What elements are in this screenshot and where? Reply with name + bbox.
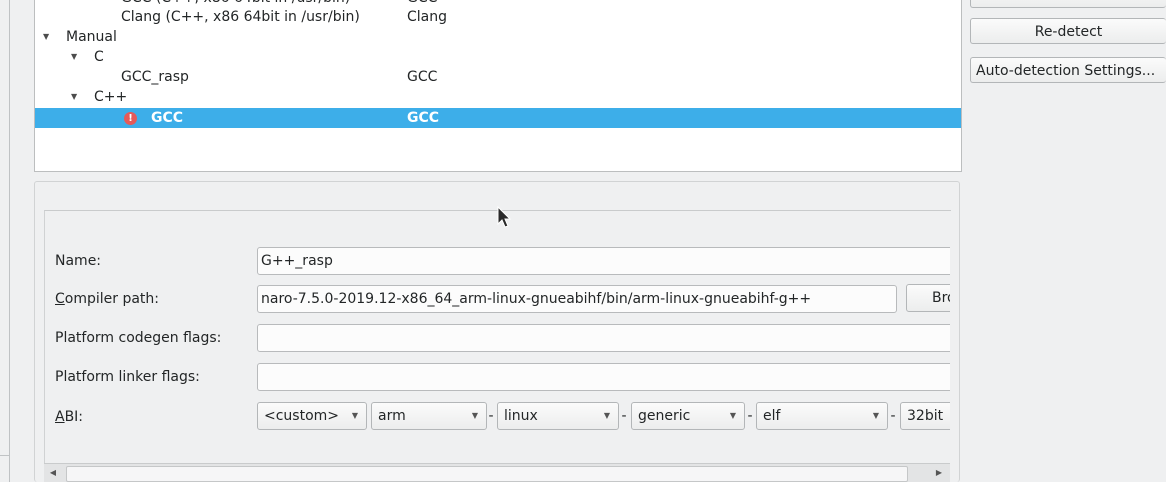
- platform-codegen-flags-field[interactable]: [257, 324, 950, 352]
- abi-label: ABI:: [55, 402, 83, 432]
- label-text: ompiler path:: [64, 291, 160, 307]
- toolchain-settings-window: GCC (C++, x86 64bit in /usr/bin) GCC Cla…: [0, 0, 1166, 482]
- combo-value: <custom>: [264, 408, 340, 424]
- chevron-down-icon: ▼: [603, 411, 610, 420]
- compiler-path-label: Compiler path:: [55, 284, 159, 314]
- platform-codegen-flags-label: Platform codegen flags:: [55, 330, 222, 346]
- scrollbar-thumb[interactable]: [66, 466, 908, 482]
- mnemonic: C: [55, 291, 65, 307]
- abi-separator: -: [890, 408, 896, 424]
- chevron-down-icon: ▼: [351, 411, 358, 420]
- redetect-button[interactable]: Re-detect: [970, 18, 1166, 44]
- platform-linker-flags-label: Platform linker flags:: [55, 369, 200, 385]
- scroll-right-icon[interactable]: ▶: [930, 464, 948, 482]
- abi-separator: -: [747, 408, 753, 424]
- chevron-down-icon: ▼: [872, 411, 879, 420]
- combo-value: linux: [504, 408, 538, 424]
- platform-linker-flags-field[interactable]: [257, 363, 950, 391]
- browse-button[interactable]: Browse...: [906, 284, 950, 312]
- scroll-left-icon[interactable]: ◀: [44, 464, 62, 482]
- abi-flavor-combo[interactable]: generic ▼: [631, 402, 745, 430]
- abi-separator: -: [488, 408, 494, 424]
- abi-os-combo[interactable]: linux ▼: [497, 402, 619, 430]
- abi-separator: -: [621, 408, 627, 424]
- abi-format-combo[interactable]: elf ▼: [756, 402, 888, 430]
- auto-detection-settings-button[interactable]: Auto-detection Settings...: [970, 57, 1166, 83]
- mouse-cursor-icon: [497, 206, 512, 228]
- combo-value: generic: [638, 408, 691, 424]
- chevron-down-icon: ▼: [471, 411, 478, 420]
- name-label: Name:: [55, 253, 102, 269]
- name-field[interactable]: G++_rasp: [257, 247, 950, 275]
- abi-arch-combo[interactable]: arm ▼: [371, 402, 487, 430]
- abi-width-combo[interactable]: 32bit: [900, 402, 950, 430]
- abi-architecture-combo[interactable]: <custom> ▼: [257, 402, 367, 430]
- chevron-down-icon: ▼: [729, 411, 736, 420]
- label-text: BI:: [64, 409, 84, 425]
- compiler-path-field[interactable]: naro-7.5.0-2019.12-x86_64_arm-linux-gnue…: [257, 285, 897, 313]
- combo-value: arm: [378, 408, 406, 424]
- combo-value: elf: [763, 408, 781, 424]
- mnemonic: A: [55, 409, 65, 425]
- combo-value: 32bit: [907, 408, 944, 424]
- add-button[interactable]: [970, 0, 1166, 8]
- horizontal-scrollbar[interactable]: ◀ ▶: [44, 463, 950, 482]
